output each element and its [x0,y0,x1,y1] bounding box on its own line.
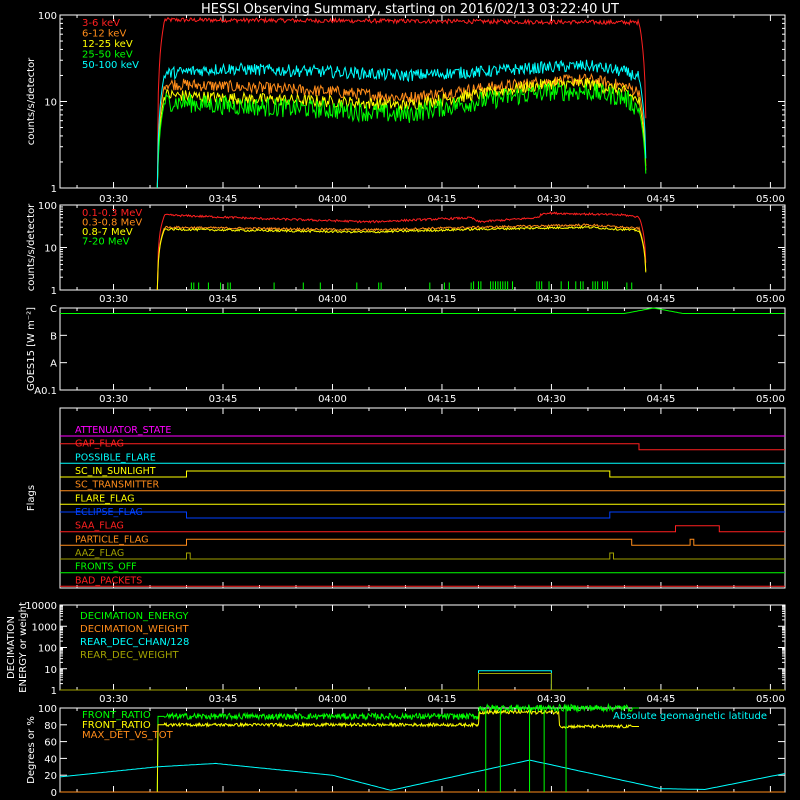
lowe-xtick-label: 04:45 [647,194,676,205]
decim-xtick-label: 04:15 [428,694,457,705]
lowe-legend-entry: 3-6 keV [82,18,120,29]
flags-label: SAA_FLAG [75,521,124,532]
ratio-ytick-label: 20 [44,771,57,782]
highe-ylabel: counts/s/detector [26,203,37,291]
ratio-ytick-label: 60 [44,738,57,749]
lowe-xtick-label: 03:30 [99,194,128,205]
ratio-ytick-label: 80 [44,721,57,732]
ratio-ytick-label: 0 [51,788,57,799]
decim-ylabel-line2: ENERGY or weight [18,602,29,693]
decim-ytick-label: 100 [38,644,57,655]
lowe-ytick-label: 10 [44,98,57,109]
lowe-legend-entry: 12-25 keV [82,39,133,50]
decim-xtick-label: 04:45 [647,694,676,705]
decim-xtick-label: 03:45 [209,694,238,705]
highe-xtick-label: 04:30 [537,294,566,305]
lowe-xtick-label: 04:00 [318,194,347,205]
goes-xtick-label: 05:00 [756,394,785,405]
lowe-ytick-label: 100 [38,11,57,22]
highe-ytick-label: 100 [38,201,57,212]
decim-ylabel: DECIMATION [6,616,17,679]
decim-ytick-label: 1 [51,686,57,697]
flags-label: GAP_FLAG [75,439,124,450]
highe-ytick-label: 1 [51,286,57,297]
goes-xtick-label: 03:30 [99,394,128,405]
ratio-ytick-label: 100 [38,704,57,715]
flags-label: AAZ_FLAG [75,548,124,559]
lowe-legend-entry: 6-12 keV [82,29,126,40]
flags-ylabel: Flags [26,485,37,511]
decim-ytick-label: 10000 [25,601,57,612]
flags-label: FLARE_FLAG [75,493,135,504]
lowe-xtick-label: 04:15 [428,194,457,205]
ratio-annotation: Absolute geomagnetic latitude [613,711,767,722]
decim-xtick-label: 03:30 [99,694,128,705]
goes-ytick-label: C [50,304,57,315]
flags-label: SC_TRANSMITTER [75,480,160,491]
lowe-legend-entry: 25-50 keV [82,50,133,61]
ratio-ytick-label: 40 [44,754,57,765]
flags-label: ECLIPSE_FLAG [75,507,143,518]
decim-legend-entry: DECIMATION_ENERGY [80,611,189,622]
decim-legend-entry: REAR_DEC_CHAN/128 [80,637,189,648]
flags-label: PARTICLE_FLAG [75,534,148,545]
highe-xtick-label: 04:00 [318,294,347,305]
goes-ytick-label: A [50,359,57,370]
flags-label: BAD_PACKETS [75,575,142,586]
decim-xtick-label: 04:00 [318,694,347,705]
ratio-ylabel: Degrees or % [26,716,37,784]
flags-label: SC_IN_SUNLIGHT [75,466,156,477]
goes-xtick-label: 04:30 [537,394,566,405]
highe-xtick-label: 04:15 [428,294,457,305]
goes-xtick-label: 04:15 [428,394,457,405]
lowe-xtick-label: 05:00 [756,194,785,205]
decim-legend-entry: REAR_DEC_WEIGHT [80,650,179,661]
highe-xtick-label: 04:45 [647,294,676,305]
goes-xtick-label: 03:45 [209,394,238,405]
highe-xtick-label: 03:30 [99,294,128,305]
lowe-xtick-label: 04:30 [537,194,566,205]
lowe-xtick-label: 03:45 [209,194,238,205]
goes-xtick-label: 04:00 [318,394,347,405]
highe-ytick-label: 10 [44,244,57,255]
flags-label: POSSIBLE_FLARE [75,452,156,463]
flags-label: ATTENUATOR_STATE [75,425,171,436]
highe-xtick-label: 03:45 [209,294,238,305]
highe-xtick-label: 05:00 [756,294,785,305]
goes-xtick-label: 04:45 [647,394,676,405]
decim-ytick-label: 1000 [32,622,57,633]
decim-xtick-label: 05:00 [756,694,785,705]
decim-xtick-label: 04:30 [537,694,566,705]
observing-summary-figure: HESSI Observing Summary, starting on 201… [0,0,800,800]
goes-ylabel: GOES15 [W m⁻²] [26,307,37,391]
ratio-legend-entry: MAX_DET_VS_TOT [82,730,174,741]
lowe-legend-entry: 50-100 keV [82,60,139,71]
goes-ytick-label: B [50,331,57,342]
goes-ytick-label: A0.1 [34,386,57,397]
decim-legend-entry: DECIMATION_WEIGHT [80,624,189,635]
flags-label: FRONTS_OFF [75,562,137,573]
lowe-ylabel: counts/s/detector [26,57,37,145]
lowe-ytick-label: 1 [51,184,57,195]
highe-legend-entry: 7-20 MeV [82,237,130,248]
decim-ytick-label: 10 [44,665,57,676]
